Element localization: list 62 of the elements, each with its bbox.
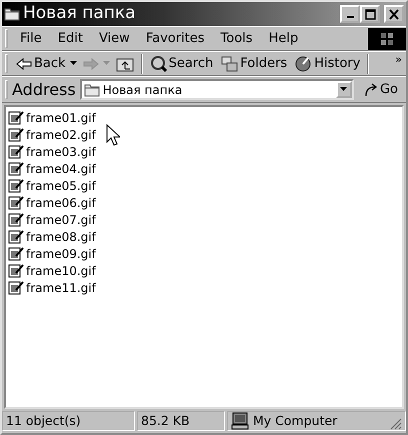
clock-icon <box>295 55 312 72</box>
status-zone: My Computer <box>253 412 338 430</box>
file-name[interactable]: frame02.gif <box>26 126 96 144</box>
file-name[interactable]: frame01.gif <box>26 108 96 126</box>
status-objects: 11 object(s) <box>2 411 135 431</box>
logo-icon <box>368 28 406 50</box>
computer-icon <box>231 412 249 430</box>
file-name[interactable]: frame03.gif <box>26 142 96 160</box>
history-button[interactable]: History <box>291 54 364 74</box>
folders-icon <box>221 55 238 72</box>
file-name[interactable]: frame10.gif <box>26 262 96 280</box>
menu-item[interactable]: View <box>90 28 138 48</box>
caret-icon <box>340 87 348 92</box>
minimize-icon <box>346 16 354 18</box>
image-file-icon <box>8 160 24 176</box>
window-title: Новая папка <box>23 2 136 26</box>
menu-item[interactable]: Help <box>260 28 306 48</box>
file-name[interactable]: frame04.gif <box>26 160 96 178</box>
image-file-icon <box>8 212 24 228</box>
image-file-icon <box>8 246 24 262</box>
maximize-icon <box>364 8 376 20</box>
go-button[interactable]: Go <box>360 80 402 100</box>
more-button[interactable]: » <box>391 52 406 68</box>
back-button[interactable]: Back <box>12 54 70 74</box>
address-label: Address <box>12 78 76 100</box>
folder-icon <box>4 6 20 22</box>
minimize-button[interactable] <box>340 5 360 23</box>
file-name[interactable]: frame08.gif <box>26 228 96 246</box>
menu-item[interactable]: Favorites <box>138 28 213 48</box>
address-field[interactable]: Новая папка <box>80 79 354 100</box>
caret-icon[interactable] <box>70 61 79 66</box>
go-arrow-icon <box>364 82 378 96</box>
folders-button[interactable]: Folders <box>217 54 292 74</box>
search-icon <box>150 55 167 72</box>
menu-item[interactable]: File <box>12 28 50 48</box>
image-file-icon <box>8 262 24 278</box>
close-icon <box>388 8 400 20</box>
menu-item[interactable]: Edit <box>50 28 91 48</box>
image-file-icon <box>8 280 24 296</box>
file-name[interactable]: frame11.gif <box>26 278 96 296</box>
close-button[interactable] <box>384 5 404 23</box>
status-size: 85.2 KB <box>137 411 225 431</box>
image-file-icon <box>8 110 24 126</box>
address-value: Новая папка <box>102 82 182 98</box>
file-name[interactable]: frame05.gif <box>26 176 96 194</box>
folder-icon <box>84 82 100 98</box>
menu-item[interactable]: Tools <box>212 28 261 48</box>
image-file-icon <box>8 194 24 210</box>
arrow-icon <box>82 56 99 70</box>
file-name[interactable]: frame09.gif <box>26 244 96 262</box>
file-name[interactable]: frame07.gif <box>26 210 96 228</box>
image-file-icon <box>8 228 24 244</box>
resize-grip-icon[interactable] <box>390 418 402 430</box>
image-file-icon <box>8 126 24 142</box>
file-name[interactable]: frame06.gif <box>26 194 96 212</box>
dropdown-button[interactable] <box>336 81 352 98</box>
maximize-button[interactable] <box>360 5 380 23</box>
mouse-pointer-icon <box>106 124 120 146</box>
image-file-icon <box>8 178 24 194</box>
search-button[interactable]: Search <box>146 54 218 74</box>
arrow-icon <box>16 56 32 70</box>
image-file-icon <box>8 144 24 160</box>
